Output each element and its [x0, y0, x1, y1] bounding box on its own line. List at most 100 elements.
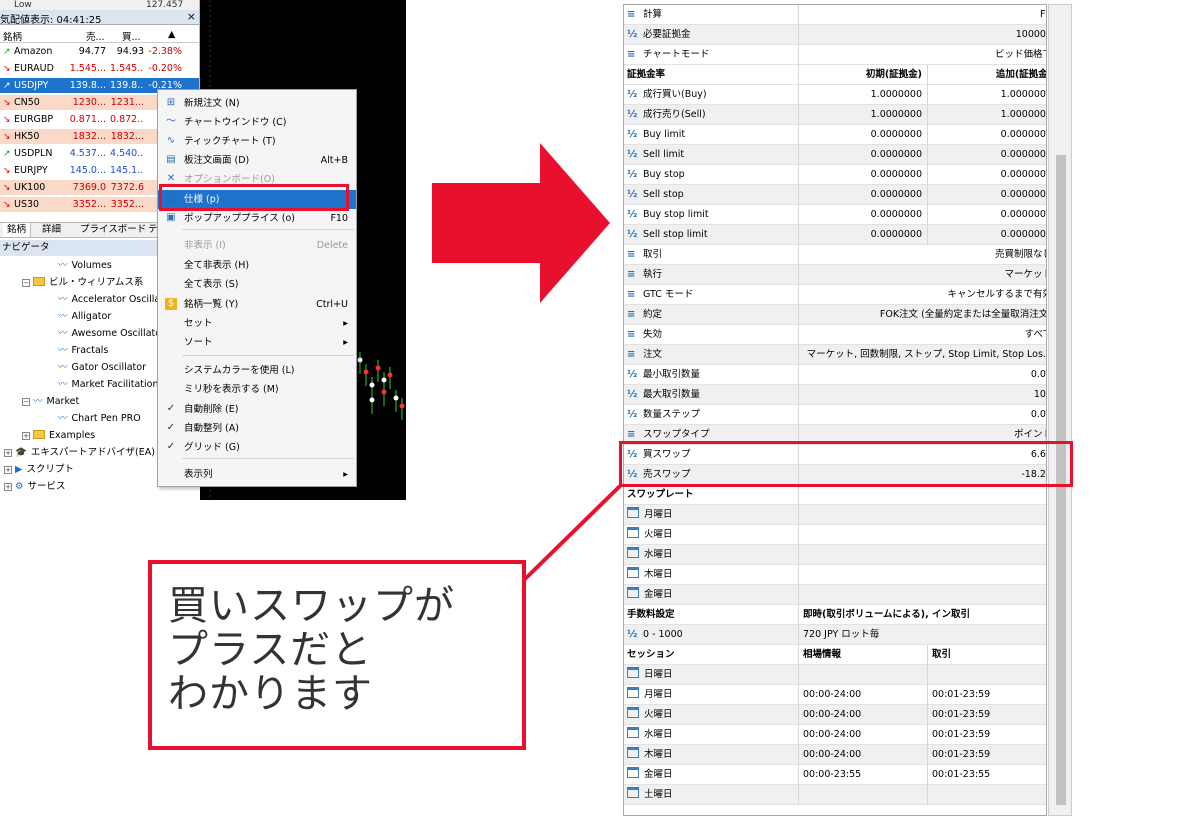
spec-row[interactable]: ≡ 注文 マーケット, 回数制限, ストップ, Stop Limit, Stop L… — [624, 345, 1046, 365]
spec-row[interactable]: 日曜日 — [624, 665, 1046, 685]
spec-key: 最小取引数量 — [643, 369, 701, 380]
symbol-name: USDJPY — [14, 80, 49, 91]
symbol-row[interactable]: ↘ EURAUD 1.545... 1.545... -0.20% — [0, 61, 199, 77]
spec-row[interactable]: セッション 相場情報 取引 — [624, 645, 1046, 665]
menu-item[interactable]: $ 銘柄一覧 (Y) Ctrl+U — [158, 295, 356, 314]
sort-icon[interactable]: ▲ — [168, 29, 175, 40]
menu-item[interactable]: 全て表示 (S) — [158, 275, 356, 294]
tab-details[interactable]: 詳細 — [42, 223, 61, 237]
menu-item[interactable]: セット ▸ — [158, 314, 356, 333]
tab-symbols[interactable]: 銘柄 — [3, 223, 32, 237]
spec-key: 土曜日 — [644, 789, 673, 800]
tab-priceboard[interactable]: プライスボード — [80, 223, 146, 237]
spec-value: 0.0000000 — [798, 145, 926, 165]
col-ask[interactable]: 買... — [122, 29, 141, 43]
symbol-row[interactable]: ↗ Amazon 94.77 94.93 -2.38% — [0, 44, 199, 60]
navigator-item[interactable]: 〰 Alligator — [58, 309, 111, 325]
spec-row[interactable]: 証拠金率 初期(証拠金) 追加(証拠金) — [624, 65, 1046, 85]
spec-row[interactable]: 火曜日 1 — [624, 525, 1046, 545]
spec-row[interactable]: ½ Buy stop limit 0.0000000 0.0000000 — [624, 205, 1046, 225]
spec-row[interactable]: ½ Buy stop 0.0000000 0.0000000 — [624, 165, 1046, 185]
menu-item[interactable]: システムカラーを使用 (L) — [158, 361, 356, 380]
menu-item[interactable]: ソート ▸ — [158, 333, 356, 352]
spec-row[interactable]: 水曜日 00:00-24:00 00:01-23:59 — [624, 725, 1046, 745]
spec-value: FX — [798, 5, 1046, 25]
spec-row[interactable]: 金曜日 1 — [624, 585, 1046, 605]
collapse-icon[interactable]: + — [22, 432, 30, 440]
collapse-icon[interactable]: − — [22, 279, 30, 287]
spec-row[interactable]: ≡ 取引 売買制限なし — [624, 245, 1046, 265]
expand-icon[interactable]: + — [4, 483, 12, 491]
spec-row[interactable]: ≡ 執行 マーケット — [624, 265, 1046, 285]
spec-row[interactable]: ½ 最大取引数量 100 — [624, 385, 1046, 405]
menu-item[interactable]: ▤ 板注文画面 (D) Alt+B — [158, 151, 356, 170]
menu-item[interactable]: 非表示 (I) Delete — [158, 236, 356, 255]
spec-row[interactable]: ½ Sell stop 0.0000000 0.0000000 — [624, 185, 1046, 205]
spec-row[interactable]: ½ Sell limit 0.0000000 0.0000000 — [624, 145, 1046, 165]
spec-row[interactable]: ≡ チャートモード ビッド価格で — [624, 45, 1046, 65]
spec-row[interactable]: 手数料設定 即時(取引ボリュームによる), イン取引 — [624, 605, 1046, 625]
spec-row[interactable]: ½ 必要証拠金 100000 — [624, 25, 1046, 45]
menu-item[interactable]: ▣ ポップアッププライス (o) F10 — [158, 209, 356, 228]
spec-row[interactable]: ≡ 計算 FX — [624, 5, 1046, 25]
spec-row[interactable]: ½ 成行売り(Sell) 1.0000000 1.0000000 — [624, 105, 1046, 125]
spec-row[interactable]: スワップレート — [624, 485, 1046, 505]
col-bid[interactable]: 売... — [86, 29, 105, 43]
navigator-item[interactable]: + ▶ スクリプト — [4, 462, 74, 478]
navigator-item[interactable]: 〰 Volumes — [58, 258, 112, 274]
menu-item-label: 自動削除 (E) — [184, 404, 239, 415]
expand-icon[interactable]: + — [4, 449, 12, 457]
spec-row[interactable]: ½ 0 - 1000 720 JPY ロット毎 — [624, 625, 1046, 645]
menu-item[interactable]: 表示列 ▸ — [158, 465, 356, 484]
spec-row[interactable]: 木曜日 00:00-24:00 00:01-23:59 — [624, 745, 1046, 765]
spec-value: キャンセルするまで有効 — [798, 285, 1046, 305]
navigator-item[interactable]: + ⚙ サービス — [4, 479, 66, 495]
indicator-icon: 〰 — [58, 362, 68, 373]
spec-row[interactable]: ½ 成行買い(Buy) 1.0000000 1.0000000 — [624, 85, 1046, 105]
spec-row[interactable]: ½ Buy limit 0.0000000 0.0000000 — [624, 125, 1046, 145]
spec-row[interactable]: ≡ 約定 FOK注文 (全量約定または全量取消注文) — [624, 305, 1046, 325]
col-symbol[interactable]: 銘柄 — [3, 29, 22, 43]
menu-item[interactable]: 〜チャートウインドウ (C) — [158, 113, 356, 132]
bid-price: 4.537... — [69, 148, 106, 159]
spec-row[interactable]: ½ 最小取引数量 0.01 — [624, 365, 1046, 385]
navigator-item[interactable]: − ビル・ウィリアムス系 — [22, 275, 143, 291]
calendar-icon — [627, 747, 639, 758]
collapse-icon[interactable]: − — [22, 398, 30, 406]
navigator-item[interactable]: 〰 Gator Oscillator — [58, 360, 146, 376]
spec-row[interactable]: 月曜日 00:00-24:00 00:01-23:59 — [624, 685, 1046, 705]
navigator-item[interactable]: + 🎓 エキスパートアドバイザ(EA) — [4, 445, 155, 461]
spec-row[interactable]: 火曜日 00:00-24:00 00:01-23:59 — [624, 705, 1046, 725]
menu-item[interactable]: ⊞ 新規注文 (N) — [158, 94, 356, 113]
spec-row[interactable]: ≡ GTC モード キャンセルするまで有効 — [624, 285, 1046, 305]
menu-item[interactable]: ✓ 自動整列 (A) — [158, 419, 356, 438]
spec-key: 成行買い(Buy) — [643, 89, 707, 100]
symbol-name: CN50 — [14, 97, 40, 108]
expand-icon[interactable]: + — [4, 466, 12, 474]
menu-item[interactable]: ✓ 自動削除 (E) — [158, 400, 356, 419]
spec-row[interactable]: 木曜日 1 — [624, 565, 1046, 585]
navigator-item[interactable]: 〰 Market Facilitation — [58, 377, 159, 393]
menu-item[interactable]: 全て非表示 (H) — [158, 256, 356, 275]
spec-row[interactable]: ½ 数量ステップ 0.01 — [624, 405, 1046, 425]
spec-row[interactable]: 金曜日 00:00-23:55 00:01-23:55 — [624, 765, 1046, 785]
scrollbar[interactable] — [1048, 4, 1072, 816]
close-icon[interactable]: × — [187, 10, 196, 23]
menu-item-label: 新規注文 (N) — [184, 98, 240, 109]
spec-row[interactable]: 土曜日 — [624, 785, 1046, 805]
spec-row[interactable]: ≡ 失効 すべて — [624, 325, 1046, 345]
menu-item[interactable]: ミリ秒を表示する (M) — [158, 380, 356, 399]
spec-row[interactable]: 月曜日 1 — [624, 505, 1046, 525]
menu-item[interactable]: ✓ グリッド (G) — [158, 438, 356, 457]
navigator-item[interactable]: − 〰 Market — [22, 394, 79, 410]
navigator-item[interactable]: + Examples — [22, 428, 95, 444]
spec-row[interactable]: ½ Sell stop limit 0.0000000 0.0000000 — [624, 225, 1046, 245]
bid-price: 94.77 — [78, 46, 106, 57]
navigator-item-label: Volumes — [71, 260, 112, 271]
spec-row[interactable]: 水曜日 3 — [624, 545, 1046, 565]
navigator-item[interactable]: 〰 Chart Pen PRO — [58, 411, 141, 427]
menu-item[interactable]: ∿ ティックチャート (T) — [158, 132, 356, 151]
navigator-item[interactable]: 〰 Fractals — [58, 343, 108, 359]
navigator-item[interactable]: 〰 Awesome Oscillator — [58, 326, 165, 342]
fraction-icon: ½ — [627, 409, 638, 420]
